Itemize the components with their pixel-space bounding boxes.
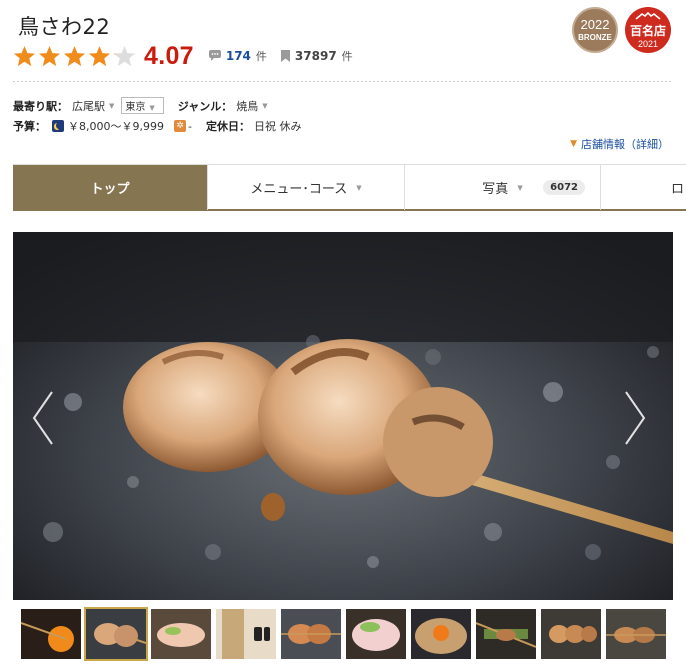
star-icon bbox=[88, 45, 111, 66]
hyakumeiten-year: 2021 bbox=[637, 39, 659, 49]
station-label: 最寄り駅： bbox=[13, 99, 68, 113]
chevron-down-icon: ▼ bbox=[570, 139, 577, 149]
star-icon bbox=[38, 45, 61, 66]
holiday-value: 日祝 休み bbox=[253, 120, 302, 133]
star-rating bbox=[13, 45, 138, 68]
genre-link[interactable]: 焼鳥 bbox=[236, 98, 258, 114]
bookmark-icon bbox=[280, 50, 290, 62]
chevron-down-icon: ▼ bbox=[356, 183, 362, 192]
rating-score: 4.07 bbox=[144, 41, 194, 70]
holiday-label: 定休日： bbox=[205, 120, 250, 133]
chevron-down-icon: ▼ bbox=[262, 101, 268, 110]
rating-row: 4.07 174 件 37897 件 bbox=[13, 42, 353, 70]
photo-count-badge: 6072 bbox=[543, 180, 585, 195]
chevron-down-icon: ▼ bbox=[517, 183, 523, 192]
tab-menu-label: メニュー･コース bbox=[250, 182, 348, 197]
tab-top-label: トップ bbox=[90, 182, 130, 197]
photo-thumbnail[interactable] bbox=[346, 609, 406, 659]
review-count: 174 bbox=[225, 49, 251, 63]
dinner-budget: ￥8,000～￥9,999 bbox=[68, 120, 164, 133]
lunch-budget: - bbox=[187, 119, 192, 133]
budget-label: 予算： bbox=[13, 120, 46, 133]
save-count: 37897 件 bbox=[280, 48, 353, 64]
sun-icon: ✲ bbox=[173, 120, 186, 132]
star-icon bbox=[63, 45, 86, 66]
tab-photos[interactable]: 写真 ▼ 6072 bbox=[405, 165, 601, 210]
chevron-down-icon: ▼ bbox=[149, 104, 155, 112]
shop-detail-link[interactable]: ▼ 店舗情報（詳細） bbox=[570, 136, 669, 152]
photo-thumbnail[interactable] bbox=[411, 609, 471, 659]
save-count-value: 37897 bbox=[294, 49, 337, 63]
yakitori-photo bbox=[13, 232, 673, 600]
photo-thumbnail[interactable] bbox=[21, 609, 81, 659]
tab-bar: トップ メニュー･コース ▼ 写真 ▼ 6072 ロ bbox=[13, 164, 686, 211]
genre-label: ジャンル： bbox=[177, 99, 233, 113]
photo-thumbnail[interactable] bbox=[216, 609, 276, 659]
area-label: 東京 bbox=[125, 102, 146, 113]
bronze-label: BRONZE bbox=[578, 33, 612, 42]
review-unit: 件 bbox=[255, 50, 267, 63]
photo-thumbnail[interactable] bbox=[541, 609, 601, 659]
tab-top[interactable]: トップ bbox=[13, 165, 208, 210]
review-count-link[interactable]: 174 件 bbox=[208, 48, 267, 64]
bronze-year: 2022 bbox=[580, 17, 610, 32]
hyakumeiten-badge[interactable]: 百名店 2021 bbox=[625, 7, 671, 53]
tab-reviews[interactable]: ロ bbox=[601, 165, 686, 210]
chevron-right-icon[interactable] bbox=[620, 388, 650, 448]
budget-holiday-row: 予算： ￥8,000～￥9,999 ✲ - 定休日： 日祝 休み bbox=[13, 118, 301, 134]
tab-menu[interactable]: メニュー･コース ▼ bbox=[208, 165, 405, 210]
chevron-down-icon: ▼ bbox=[109, 101, 115, 110]
star-icon bbox=[13, 45, 36, 66]
shop-detail-label: 店舗情報（詳細） bbox=[581, 138, 669, 151]
hyakumeiten-label: 百名店 bbox=[629, 24, 666, 38]
area-dropdown[interactable]: 東京 ▼ bbox=[121, 97, 164, 114]
photo-thumbnail[interactable] bbox=[476, 609, 536, 659]
star-icon bbox=[113, 45, 136, 66]
shop-name: 鳥さわ22 bbox=[18, 15, 111, 39]
photo-thumbnail[interactable] bbox=[606, 609, 666, 659]
station-genre-row: 最寄り駅： 広尾駅 ▼ 東京 ▼ ジャンル： 焼鳥 ▼ bbox=[13, 97, 273, 114]
award-bronze-badge[interactable]: 2022 BRONZE bbox=[572, 7, 618, 53]
header-divider bbox=[13, 81, 673, 82]
tab-reviews-label: ロ bbox=[671, 182, 685, 197]
moon-icon bbox=[52, 120, 64, 132]
tab-photos-label: 写真 bbox=[482, 182, 509, 197]
station-link[interactable]: 広尾駅 bbox=[72, 98, 105, 114]
chevron-left-icon[interactable] bbox=[28, 388, 58, 448]
roof-icon bbox=[635, 11, 661, 20]
save-unit: 件 bbox=[341, 50, 353, 63]
main-photo[interactable] bbox=[13, 232, 673, 600]
speech-bubble-icon bbox=[208, 50, 221, 61]
photo-thumbnail[interactable] bbox=[281, 609, 341, 659]
photo-thumbnail[interactable] bbox=[151, 609, 211, 659]
photo-thumbnail-selected[interactable] bbox=[84, 607, 148, 661]
photo-thumbnail-strip bbox=[21, 607, 671, 661]
